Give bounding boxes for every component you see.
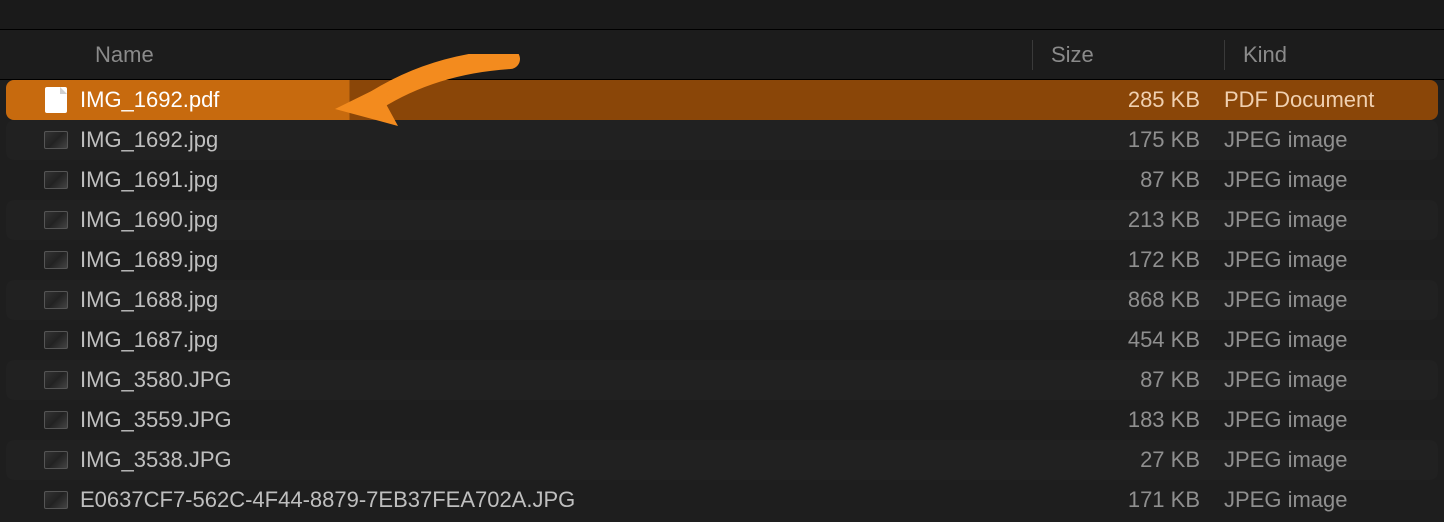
file-row[interactable]: E0637CF7-562C-4F44-8879-7EB37FEA702A.JPG… <box>6 480 1438 520</box>
file-size: 175 KB <box>1026 127 1218 153</box>
file-size: 213 KB <box>1026 207 1218 233</box>
pdf-file-icon: PDF <box>24 88 68 112</box>
file-name: IMG_3559.JPG <box>68 407 1026 433</box>
file-kind: JPEG image <box>1218 287 1438 313</box>
file-row[interactable]: IMG_1690.jpg213 KBJPEG image <box>6 200 1438 240</box>
file-size: 285 KB <box>1026 87 1218 113</box>
column-header-name[interactable]: Name <box>95 42 1032 68</box>
file-name: IMG_1689.jpg <box>68 247 1026 273</box>
file-name: IMG_1692.jpg <box>68 127 1026 153</box>
toolbar-space <box>0 0 1444 30</box>
file-size: 868 KB <box>1026 287 1218 313</box>
file-size: 87 KB <box>1026 167 1218 193</box>
image-file-icon <box>24 168 68 192</box>
column-header-row: Name Size Kind <box>0 30 1444 80</box>
file-size: 27 KB <box>1026 447 1218 473</box>
file-kind: JPEG image <box>1218 447 1438 473</box>
image-file-icon <box>24 408 68 432</box>
column-header-kind[interactable]: Kind <box>1224 40 1444 70</box>
file-kind: JPEG image <box>1218 127 1438 153</box>
file-row[interactable]: IMG_1691.jpg87 KBJPEG image <box>6 160 1438 200</box>
file-name: E0637CF7-562C-4F44-8879-7EB37FEA702A.JPG <box>68 487 1026 513</box>
file-list: PDF IMG_1692.pdf285 KBPDF DocumentIMG_16… <box>0 80 1444 520</box>
file-size: 87 KB <box>1026 367 1218 393</box>
file-name: IMG_1690.jpg <box>68 207 1026 233</box>
image-file-icon <box>24 328 68 352</box>
file-kind: JPEG image <box>1218 167 1438 193</box>
file-name: IMG_1691.jpg <box>68 167 1026 193</box>
image-file-icon <box>24 368 68 392</box>
file-row[interactable]: IMG_1688.jpg868 KBJPEG image <box>6 280 1438 320</box>
image-file-icon <box>24 448 68 472</box>
file-kind: PDF Document <box>1218 87 1438 113</box>
image-file-icon <box>24 208 68 232</box>
file-name: IMG_3538.JPG <box>68 447 1026 473</box>
file-row[interactable]: IMG_3559.JPG183 KBJPEG image <box>6 400 1438 440</box>
file-row[interactable]: IMG_3538.JPG27 KBJPEG image <box>6 440 1438 480</box>
file-kind: JPEG image <box>1218 247 1438 273</box>
file-name: IMG_1687.jpg <box>68 327 1026 353</box>
file-kind: JPEG image <box>1218 367 1438 393</box>
file-size: 454 KB <box>1026 327 1218 353</box>
file-kind: JPEG image <box>1218 207 1438 233</box>
image-file-icon <box>24 248 68 272</box>
file-row[interactable]: IMG_1692.jpg175 KBJPEG image <box>6 120 1438 160</box>
file-size: 171 KB <box>1026 487 1218 513</box>
column-header-size[interactable]: Size <box>1032 40 1224 70</box>
file-name: IMG_1688.jpg <box>68 287 1026 313</box>
file-row[interactable]: IMG_1687.jpg454 KBJPEG image <box>6 320 1438 360</box>
svg-text:PDF: PDF <box>50 106 62 112</box>
file-row[interactable]: PDF IMG_1692.pdf285 KBPDF Document <box>6 80 1438 120</box>
file-size: 172 KB <box>1026 247 1218 273</box>
file-name: IMG_1692.pdf <box>68 87 1026 113</box>
file-kind: JPEG image <box>1218 407 1438 433</box>
file-kind: JPEG image <box>1218 487 1438 513</box>
file-row[interactable]: IMG_1689.jpg172 KBJPEG image <box>6 240 1438 280</box>
image-file-icon <box>24 288 68 312</box>
file-name: IMG_3580.JPG <box>68 367 1026 393</box>
image-file-icon <box>24 488 68 512</box>
image-file-icon <box>24 128 68 152</box>
file-kind: JPEG image <box>1218 327 1438 353</box>
file-row[interactable]: IMG_3580.JPG87 KBJPEG image <box>6 360 1438 400</box>
file-size: 183 KB <box>1026 407 1218 433</box>
